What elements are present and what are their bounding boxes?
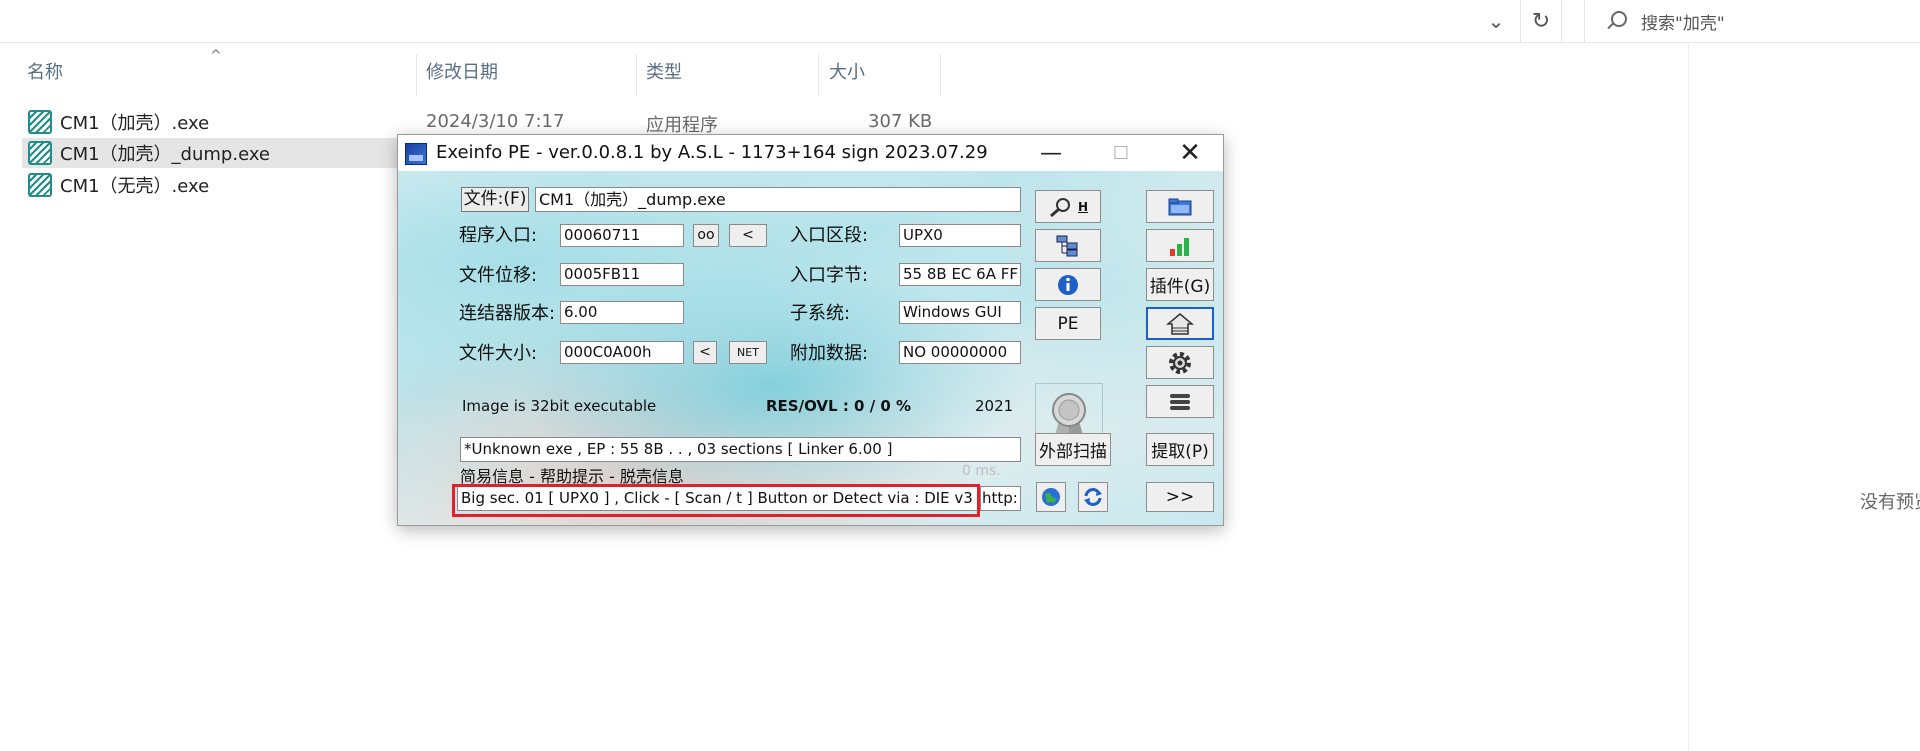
- magnifier-icon: [1049, 197, 1070, 217]
- image-type-text: Image is 32bit executable: [462, 397, 657, 415]
- rescan-button[interactable]: [1078, 482, 1108, 512]
- minimize-button[interactable]: —: [1016, 135, 1086, 171]
- column-header-size[interactable]: 大小: [829, 58, 865, 84]
- column-header-date[interactable]: 修改日期: [426, 58, 498, 84]
- settings-button[interactable]: [1146, 346, 1214, 379]
- entry-bytes-label: 入口字节:: [790, 265, 869, 286]
- menu-button[interactable]: [1146, 385, 1214, 418]
- file-name: CM1（加壳）_dump.exe: [60, 144, 270, 165]
- file-row[interactable]: CM1（无壳）.exe: [22, 170, 402, 200]
- file-offset-label: 文件位移:: [459, 265, 538, 286]
- file-name: CM1（无壳）.exe: [60, 176, 210, 197]
- gear-icon: [1169, 351, 1191, 374]
- open-folder-button[interactable]: [1146, 190, 1214, 223]
- pe-button[interactable]: PE: [1035, 307, 1101, 340]
- entry-point-field[interactable]: 00060711: [560, 224, 684, 247]
- overlay-label: 附加数据:: [790, 343, 869, 364]
- entry-section-label: 入口区段:: [790, 225, 869, 246]
- linker-version-field[interactable]: 6.00: [560, 301, 684, 324]
- subsystem-label: 子系统:: [790, 303, 851, 324]
- folder-icon: [1168, 198, 1192, 215]
- exeinfo-window: Exeinfo PE - ver.0.0.8.1 by A.S.L - 1173…: [397, 134, 1224, 526]
- annotation-highlight-box: [452, 484, 980, 517]
- exeinfo-titlebar[interactable]: Exeinfo PE - ver.0.0.8.1 by A.S.L - 1173…: [398, 135, 1223, 171]
- sort-ascending-icon: ^: [210, 48, 222, 64]
- refresh-arrows-icon: [1084, 488, 1102, 506]
- oo-button[interactable]: oo: [693, 224, 719, 247]
- entry-point-label: 程序入口:: [459, 225, 538, 246]
- section-viewer-button[interactable]: [1035, 229, 1101, 262]
- exeinfo-app-icon: [405, 143, 427, 165]
- executable-file-icon: [28, 173, 52, 197]
- hamburger-icon: [1170, 393, 1190, 410]
- info-icon: [1058, 274, 1078, 295]
- file-size: 307 KB: [868, 111, 933, 132]
- subsystem-field[interactable]: Windows GUI: [899, 301, 1021, 324]
- refresh-icon[interactable]: ↻: [1520, 0, 1562, 42]
- file-size-label: 文件大小:: [459, 343, 538, 364]
- search-box[interactable]: 搜索"加壳": [1584, 0, 1920, 42]
- executable-file-icon: [28, 141, 52, 165]
- scan-result-field[interactable]: *Unknown exe , EP : 55 8B . . , 03 secti…: [460, 437, 1021, 462]
- search-input[interactable]: 搜索"加壳": [1641, 9, 1725, 34]
- column-divider[interactable]: [636, 54, 637, 96]
- plugin-button[interactable]: 插件(G): [1146, 268, 1214, 301]
- close-button[interactable]: ✕: [1155, 135, 1223, 171]
- signal-bars-icon: [1170, 237, 1189, 256]
- search-h-label: H: [1077, 199, 1089, 214]
- net-button[interactable]: NET: [729, 341, 767, 364]
- http-link-field[interactable]: http:: [980, 486, 1021, 511]
- home-icon: [1166, 312, 1194, 335]
- file-open-button[interactable]: 文件:(F): [461, 187, 529, 212]
- extract-button[interactable]: 提取(P): [1146, 433, 1214, 466]
- executable-file-icon: [28, 110, 52, 134]
- year-text: 2021: [975, 397, 1014, 415]
- column-divider[interactable]: [940, 54, 941, 96]
- signal-bars-button[interactable]: [1146, 229, 1214, 262]
- column-header-name[interactable]: 名称: [27, 58, 63, 84]
- exeinfo-client-area: 文件:(F) CM1（加壳）_dump.exe 程序入口: 文件位移: 连结器版…: [398, 171, 1223, 525]
- search-h-button[interactable]: H: [1035, 190, 1101, 223]
- column-divider[interactable]: [416, 54, 417, 96]
- file-row-selected[interactable]: CM1（加壳）_dump.exe: [22, 138, 402, 168]
- elapsed-ms-text: 0 ms.: [962, 463, 1001, 479]
- file-path-field[interactable]: CM1（加壳）_dump.exe: [535, 187, 1021, 212]
- preview-pane-divider: [1688, 42, 1689, 751]
- linker-version-label: 连结器版本:: [459, 303, 556, 324]
- overlay-field[interactable]: NO 00000000: [899, 341, 1021, 364]
- globe-icon: [1042, 488, 1060, 506]
- search-icon: [1605, 10, 1627, 32]
- external-scan-button[interactable]: 外部扫描: [1035, 433, 1111, 466]
- file-date: 2024/3/10 7:17: [426, 111, 565, 132]
- file-name: CM1（加壳）.exe: [60, 113, 210, 134]
- file-row[interactable]: CM1（加壳）.exe: [22, 107, 402, 137]
- entry-section-field[interactable]: UPX0: [899, 224, 1021, 247]
- maximize-button[interactable]: ☐: [1086, 135, 1156, 171]
- web-button[interactable]: [1036, 482, 1066, 512]
- column-divider[interactable]: [818, 54, 819, 96]
- no-preview-text: 没有预览: [1860, 492, 1920, 513]
- window-title: Exeinfo PE - ver.0.0.8.1 by A.S.L - 1173…: [436, 142, 988, 163]
- entry-back-button[interactable]: <: [729, 224, 767, 247]
- home-button[interactable]: [1146, 307, 1214, 340]
- file-offset-field[interactable]: 0005FB11: [560, 263, 684, 286]
- explorer-toolbar: ⌄ ↻ 搜索"加壳": [0, 0, 1920, 43]
- column-header-type[interactable]: 类型: [646, 58, 682, 84]
- file-size-field[interactable]: 000C0A00h: [560, 341, 684, 364]
- next-button[interactable]: >>: [1146, 482, 1214, 512]
- size-back-button[interactable]: <: [693, 341, 717, 364]
- entry-bytes-field[interactable]: 55 8B EC 6A FF: [899, 263, 1021, 286]
- chevron-down-icon[interactable]: ⌄: [1478, 0, 1514, 42]
- info-button[interactable]: [1035, 268, 1101, 301]
- tree-icon: [1056, 235, 1078, 256]
- res-ovl-text: RES/OVL : 0 / 0 %: [766, 397, 912, 415]
